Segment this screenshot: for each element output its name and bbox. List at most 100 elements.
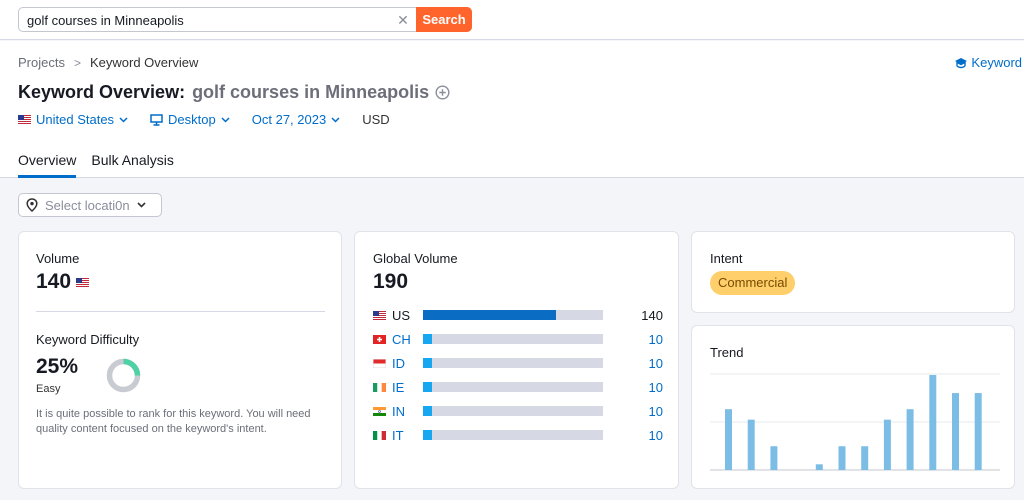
trend-label: Trend	[710, 345, 744, 360]
trend-bar	[974, 393, 982, 470]
intent-card: Intent Commercial	[691, 231, 1015, 313]
chevron-down-icon	[221, 116, 230, 123]
intent-label: Intent	[710, 251, 743, 266]
date-filter[interactable]: Oct 27, 2023	[252, 112, 340, 127]
divider	[36, 311, 325, 312]
location-select[interactable]: Select locati0n	[18, 193, 162, 217]
country-row-in[interactable]: IN 10	[373, 403, 663, 419]
country-volume[interactable]: 10	[603, 332, 663, 347]
trend-card: Trend	[691, 325, 1015, 489]
country-bar-fill	[423, 382, 432, 392]
volume-card: Volume 140 Keyword Difficulty 25% Easy I…	[18, 231, 342, 489]
country-code: US	[392, 307, 411, 323]
country-bar	[423, 334, 603, 344]
country-bar	[423, 430, 603, 440]
trend-chart	[710, 373, 1000, 471]
chevron-right-icon: >	[73, 55, 81, 70]
it-flag-icon	[373, 430, 386, 440]
search-button[interactable]: Search	[416, 7, 472, 32]
country-code[interactable]: IT	[392, 428, 423, 443]
country-code[interactable]: IN	[392, 404, 423, 419]
breadcrumb-projects[interactable]: Projects	[18, 55, 65, 70]
monitor-icon	[150, 113, 163, 126]
chevron-down-icon	[331, 116, 340, 123]
trend-bar	[952, 393, 959, 470]
location-select-placeholder: Select locati0n	[45, 197, 130, 213]
keyword-difficulty-donut	[106, 358, 141, 393]
country-volume[interactable]: 10	[603, 380, 663, 395]
page-title: Keyword Overview: golf courses in Minnea…	[18, 82, 450, 103]
keyword-link[interactable]: Keyword	[954, 55, 1022, 70]
keyword-difficulty-value: 25%	[36, 355, 79, 378]
volume-value: 140	[36, 270, 72, 293]
ie-flag-icon	[373, 382, 386, 392]
trend-bar	[725, 409, 732, 470]
country-volume[interactable]: 10	[603, 404, 663, 419]
device-filter-label: Desktop	[168, 112, 216, 127]
page-title-keyword: golf courses in Minneapolis	[192, 82, 430, 102]
in-flag-icon	[373, 406, 386, 416]
trend-bar	[861, 446, 869, 470]
trend-bar	[929, 375, 937, 470]
country-bar	[423, 310, 603, 320]
keyword-difficulty-level: Easy	[36, 383, 61, 395]
country-code[interactable]: CH	[392, 332, 423, 347]
country-row-ie[interactable]: IE 10	[373, 379, 663, 395]
keyword-link-label: Keyword	[971, 55, 1022, 70]
plus-circle-icon[interactable]	[435, 85, 450, 100]
search-input[interactable]	[27, 11, 387, 29]
tab-overview[interactable]: Overview	[18, 152, 77, 178]
ch-flag-icon	[373, 334, 386, 344]
chevron-down-icon	[119, 116, 128, 123]
country-volume: 140	[641, 307, 663, 323]
country-code[interactable]: IE	[392, 380, 423, 395]
country-row-ch[interactable]: CH 10	[373, 331, 663, 347]
chevron-down-icon	[136, 202, 146, 208]
country-bar	[423, 382, 603, 392]
country-row-us: US 140	[373, 307, 663, 323]
country-bar-fill	[423, 430, 432, 440]
country-bar	[423, 406, 603, 416]
tab-bulk-analysis[interactable]: Bulk Analysis	[91, 152, 173, 178]
global-volume-value: 190	[373, 270, 409, 293]
country-bar-fill	[423, 310, 557, 320]
trend-bar	[906, 409, 914, 470]
global-volume-card: Global Volume 190 US 140 CH 10 ID 10 IE …	[354, 231, 679, 489]
graduation-cap-icon	[955, 57, 968, 68]
intent-badge[interactable]: Commercial	[710, 271, 796, 295]
breadcrumb: Projects > Keyword Overview	[18, 55, 198, 70]
country-bar-fill	[423, 334, 432, 344]
keyword-difficulty-description: It is quite possible to rank for this ke…	[36, 408, 311, 435]
country-filter[interactable]: United States	[18, 112, 128, 127]
volume-label: Volume	[36, 251, 80, 266]
keyword-difficulty-label: Keyword Difficulty	[36, 332, 140, 347]
country-bar-fill	[423, 358, 432, 368]
country-volume[interactable]: 10	[603, 428, 663, 443]
global-volume-label: Global Volume	[373, 251, 458, 266]
trend-bar	[747, 419, 755, 470]
country-bar	[423, 358, 603, 368]
trend-bar	[815, 464, 823, 470]
map-pin-icon	[26, 198, 38, 212]
country-row-it[interactable]: IT 10	[373, 427, 663, 443]
filters-row: United States Desktop Oct 27, 2023 USD	[18, 112, 390, 127]
country-row-id[interactable]: ID 10	[373, 355, 663, 371]
page-header: Projects > Keyword Overview Keyword Keyw…	[0, 41, 1024, 178]
currency-label: USD	[362, 112, 390, 127]
top-search-bar: ✕ Search	[0, 0, 1024, 40]
us-flag-icon	[373, 310, 386, 320]
trend-bar	[883, 419, 891, 470]
id-flag-icon	[373, 358, 386, 368]
trend-bar	[838, 446, 846, 470]
country-bar-fill	[423, 406, 432, 416]
page-title-text: Keyword Overview:	[18, 82, 186, 102]
device-filter[interactable]: Desktop	[150, 112, 230, 127]
date-filter-label: Oct 27, 2023	[251, 112, 327, 127]
breadcrumb-current: Keyword Overview	[89, 55, 199, 70]
us-flag-icon	[76, 277, 90, 287]
close-icon[interactable]: ✕	[395, 11, 411, 29]
country-filter-label: United States	[36, 112, 115, 127]
search-box[interactable]: ✕ Search	[18, 7, 472, 32]
country-volume[interactable]: 10	[603, 356, 663, 371]
country-code[interactable]: ID	[392, 356, 423, 371]
